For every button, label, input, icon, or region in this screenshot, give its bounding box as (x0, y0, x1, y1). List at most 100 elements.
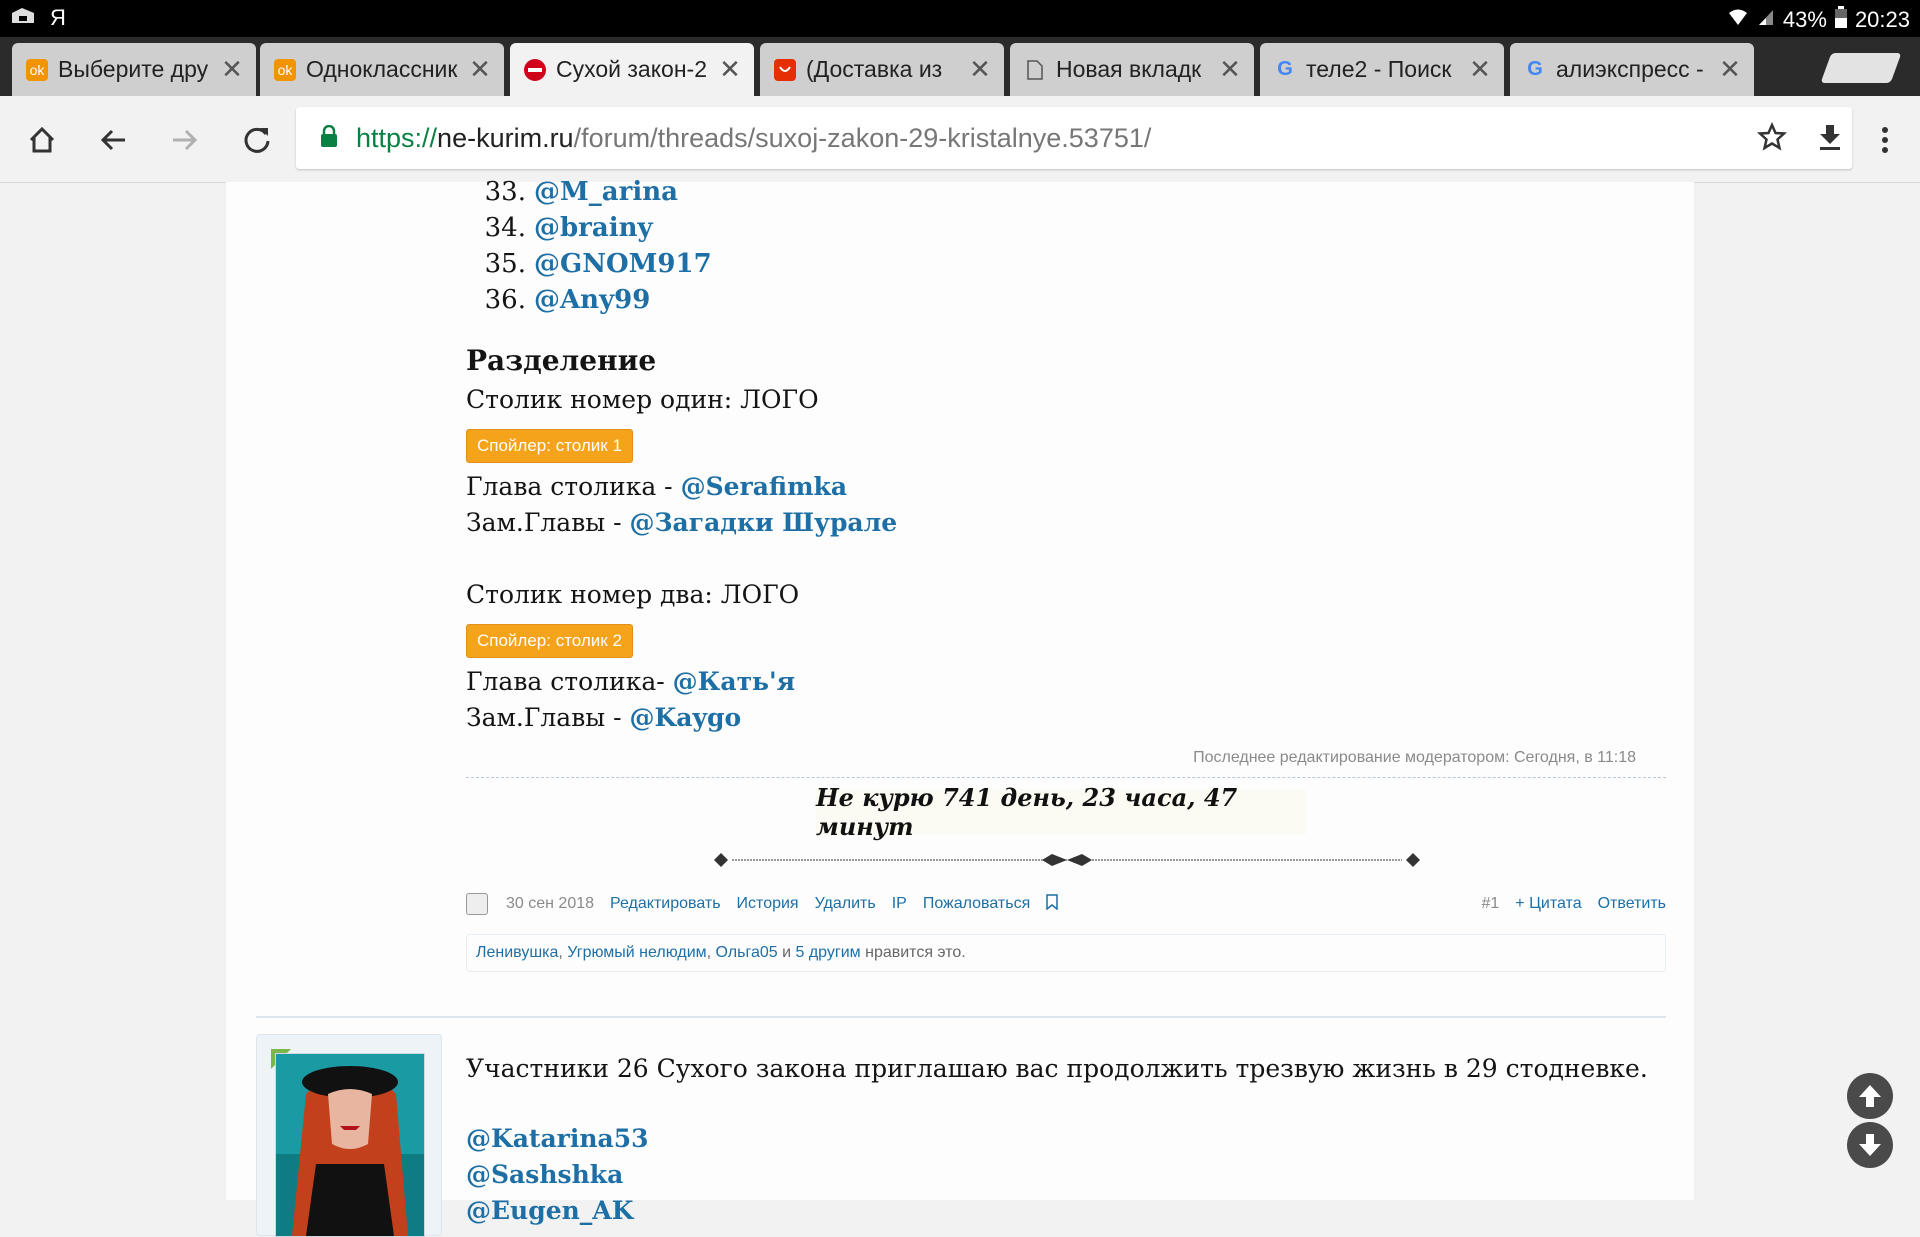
no-entry-icon (524, 58, 546, 81)
edit-note: Последнее редактирование модератором: Се… (1193, 749, 1636, 766)
delete-link[interactable]: Удалить (815, 895, 876, 913)
bookmark-star-button[interactable] (1750, 115, 1794, 159)
address-bar[interactable]: https://ne-kurim.ru/forum/threads/suxoj-… (296, 107, 1852, 169)
likes-separator: , (558, 944, 568, 961)
avatar[interactable] (275, 1053, 425, 1237)
tab-4[interactable]: (Доставка из ✕ (760, 43, 1004, 96)
likes-separator: , (706, 944, 716, 961)
back-button[interactable] (91, 118, 135, 162)
user-mention[interactable]: @Кать'я (673, 667, 796, 696)
reply-link[interactable]: Ответить (1598, 895, 1666, 913)
forward-button[interactable] (163, 118, 207, 162)
tab-3-active[interactable]: Сухой закон-2 ✕ (510, 43, 754, 96)
likes-and: и (777, 944, 796, 961)
edit-link[interactable]: Редактировать (610, 895, 721, 913)
post-number[interactable]: #1 (1482, 895, 1500, 913)
briefcase-icon (10, 5, 36, 31)
battery-text: 43% (1782, 7, 1827, 32)
tab-1[interactable]: ok Выберите дру ✕ (12, 43, 256, 96)
user-mention[interactable]: @GNOM917 (534, 249, 712, 279)
download-button[interactable] (1808, 115, 1852, 159)
user-mention[interactable]: @Загадки Шурале (630, 508, 898, 537)
arrow-right-icon (173, 129, 198, 151)
kebab-menu-icon (1882, 127, 1888, 153)
label: Глава столика - (466, 472, 681, 501)
arrow-down-icon (1859, 1134, 1881, 1156)
spoiler-button-2[interactable]: Спойлер: столик 2 (466, 624, 633, 658)
post-two-text: Участники 26 Сухого закона приглашаю вас… (466, 1054, 1648, 1083)
label: Зам.Главы - (466, 508, 630, 537)
table-one-deputy: Зам.Главы - @Загадки Шурале (466, 508, 897, 537)
tab-7[interactable]: G алиэкспресс - ✕ (1510, 43, 1754, 96)
ok-icon: ok (26, 58, 48, 81)
report-link[interactable]: Пожаловаться (923, 895, 1030, 913)
forum-page: 33. @M_arina 34. @brainy 35. @GNOM917 36. @A… (226, 177, 1893, 1237)
label: Глава столика- (466, 667, 673, 696)
ip-link[interactable]: IP (892, 895, 907, 913)
download-icon (1820, 125, 1840, 150)
close-icon[interactable]: ✕ (718, 54, 742, 85)
user-mention[interactable]: @Serafimka (681, 472, 847, 501)
post-two-mention: @Katarina53 (466, 1124, 649, 1153)
label: Зам.Главы - (466, 703, 630, 732)
tab-title: Сухой закон-2 (556, 56, 707, 82)
likes-suffix: нравится это. (860, 944, 966, 961)
list-number: 35. (484, 249, 526, 279)
section-heading: Разделение (466, 344, 657, 377)
close-icon[interactable]: ✕ (1218, 54, 1242, 85)
lock-icon (320, 124, 338, 152)
close-icon[interactable]: ✕ (968, 54, 992, 85)
new-tab-button[interactable] (1820, 53, 1902, 83)
status-text: Я (50, 5, 66, 30)
history-link[interactable]: История (737, 895, 799, 913)
spoiler-button-1[interactable]: Спойлер: столик 1 (466, 429, 633, 463)
table-one-head: Глава столика - @Serafimka (466, 472, 847, 501)
close-icon[interactable]: ✕ (1468, 54, 1492, 85)
arrow-up-icon (1859, 1085, 1881, 1107)
star-icon (1757, 122, 1787, 151)
user-mention[interactable]: @brainy (534, 213, 653, 243)
tab-5[interactable]: Новая вкладк ✕ (1010, 43, 1254, 96)
tab-title: теле2 - Поиск (1306, 56, 1452, 82)
close-icon[interactable]: ✕ (1718, 54, 1742, 85)
tab-2[interactable]: ok Одноклассник ✕ (260, 43, 504, 96)
user-mention[interactable]: @Eugen_AK (466, 1196, 633, 1225)
likes-others-link[interactable]: 5 другим (795, 944, 860, 962)
reload-button[interactable] (235, 118, 279, 162)
likes-bar: Ленивушка, Угрюмый нелюдим, Ольга05 и 5 … (466, 934, 1666, 972)
post-two-mention: @Eugen_AK (466, 1196, 633, 1225)
table-one-text: Столик номер один: ЛОГО (466, 385, 819, 414)
signature-divider (466, 777, 1666, 778)
user-mention[interactable]: @Any99 (534, 285, 650, 315)
tab-title: Выберите дру (58, 56, 209, 82)
tab-6[interactable]: G теле2 - Поиск ✕ (1260, 43, 1504, 96)
user-mention[interactable]: @Katarina53 (466, 1124, 649, 1153)
menu-button[interactable] (1863, 118, 1907, 162)
google-icon: G (1277, 58, 1293, 80)
user-mention[interactable]: @Kaygo (630, 703, 742, 732)
select-checkbox[interactable] (466, 893, 488, 915)
post-two-mention: @Sashshka (466, 1160, 623, 1189)
like-user-link[interactable]: Угрюмый нелюдим (567, 944, 706, 962)
scroll-top-button[interactable] (1847, 1073, 1893, 1119)
avatar-image (276, 1054, 424, 1236)
like-user-link[interactable]: Ольга05 (716, 944, 778, 962)
bookmark-icon[interactable] (1046, 893, 1058, 915)
ok-icon: ok (274, 58, 296, 81)
user-mention[interactable]: @Sashshka (466, 1160, 623, 1189)
reload-icon (244, 127, 270, 153)
member-list: 33. @M_arina 34. @brainy 35. @GNOM917 36. @A… (466, 174, 712, 318)
signature-banner: Не курю 741 день, 23 часа, 47 минут (816, 783, 1306, 841)
tab-title: алиэкспресс - (1556, 56, 1704, 82)
close-icon[interactable]: ✕ (220, 54, 244, 85)
page-icon (1024, 59, 1046, 81)
post-date: 30 сен 2018 (506, 895, 595, 912)
scroll-bottom-button[interactable] (1847, 1122, 1893, 1168)
post-separator (256, 1016, 1666, 1018)
home-button[interactable] (20, 118, 64, 162)
close-icon[interactable]: ✕ (468, 54, 492, 85)
like-user-link[interactable]: Ленивушка (476, 944, 558, 962)
quote-link[interactable]: + Цитата (1515, 895, 1581, 913)
list-item: 34. @brainy (466, 210, 712, 246)
user-mention[interactable]: @M_arina (534, 177, 678, 207)
